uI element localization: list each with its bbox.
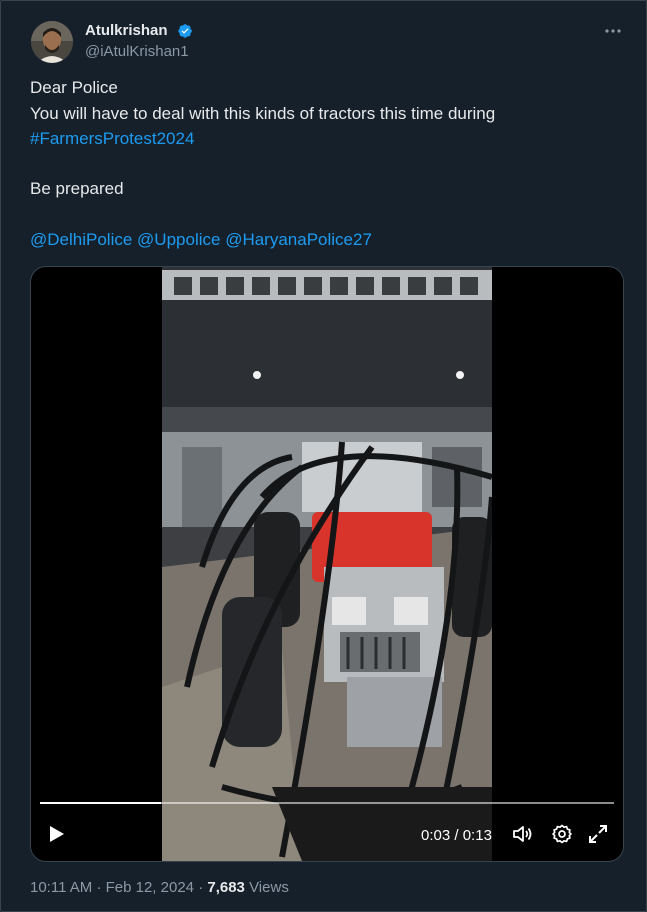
avatar[interactable] xyxy=(31,21,73,63)
author-name[interactable]: Atulkrishan xyxy=(85,22,168,39)
tweet-card: Atulkrishan @iAtulKrishan1 Dear Police Y… xyxy=(0,0,647,912)
mentions-line: @DelhiPolice @Uppolice @HaryanaPolice27 xyxy=(30,230,372,250)
mention-link[interactable]: @HaryanaPolice27 xyxy=(225,230,372,249)
video-frame xyxy=(162,267,492,861)
views-count: 7,683 xyxy=(207,879,245,896)
meta-dot: · xyxy=(96,879,102,896)
settings-icon[interactable] xyxy=(551,823,573,845)
current-time: 0:03 xyxy=(421,827,451,844)
views-label: Views xyxy=(249,879,289,896)
tweet-text-line-4: Be prepared xyxy=(30,179,124,198)
tweet-text-line-1: Dear Police xyxy=(30,78,118,97)
hashtag-link[interactable]: #FarmersProtest2024 xyxy=(30,129,194,149)
verified-badge-icon xyxy=(178,24,192,38)
tweet-meta: 10:11 AM · Feb 12, 2024 · 7,683 Views xyxy=(30,879,289,896)
avatar-image xyxy=(31,21,73,63)
author-handle[interactable]: @iAtulKrishan1 xyxy=(85,43,189,60)
fullscreen-icon[interactable] xyxy=(587,823,609,845)
tweet-text-line-2: You will have to deal with this kinds of… xyxy=(30,104,496,123)
more-options-button[interactable] xyxy=(604,21,622,39)
video-time: 0:03 / 0:13 xyxy=(421,827,492,844)
volume-icon[interactable] xyxy=(511,823,533,845)
video-progress-bar[interactable] xyxy=(40,802,614,804)
mention-link[interactable]: @DelhiPolice xyxy=(30,230,132,249)
meta-dot: · xyxy=(198,879,204,896)
video-player[interactable]: 0:03 / 0:13 xyxy=(30,266,624,862)
tweet-date[interactable]: Feb 12, 2024 xyxy=(106,879,194,896)
video-progress-fill xyxy=(40,802,161,804)
mention-link[interactable]: @Uppolice xyxy=(137,230,220,249)
more-horizontal-icon xyxy=(605,29,621,33)
duration: 0:13 xyxy=(462,827,492,844)
time-separator: / xyxy=(454,827,459,844)
play-icon[interactable] xyxy=(45,823,67,845)
tweet-time[interactable]: 10:11 AM xyxy=(30,879,92,896)
